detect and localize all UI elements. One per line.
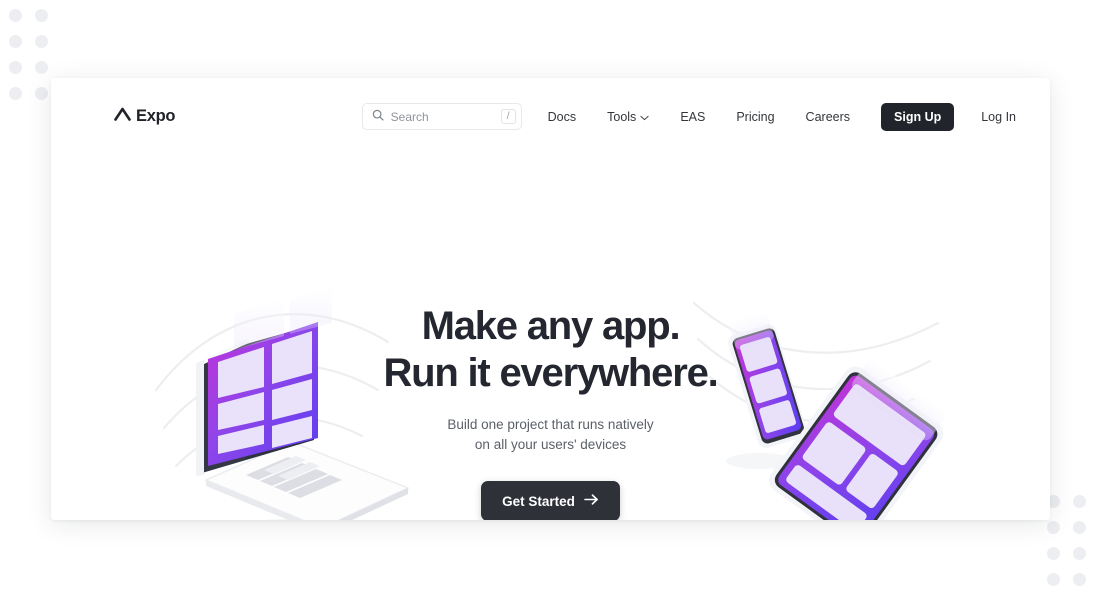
dot [1046,572,1060,586]
expo-caret-logo-icon [114,107,131,126]
dot [1072,546,1086,560]
dot [34,8,48,22]
page-root: Expo Search / Docs Tools EAS Pricing Car… [0,0,1100,600]
arrow-right-icon [584,493,599,509]
dot [1072,494,1086,508]
brand-name: Expo [136,107,176,125]
dot [34,34,48,48]
nav-link-label: Tools [607,109,637,124]
expo-logo[interactable]: Expo [114,107,175,126]
nav-link-eas[interactable]: EAS [680,104,705,130]
dot [8,86,22,100]
search-icon [372,108,384,126]
get-started-label: Get Started [502,493,575,509]
hero-content: Make any app. Run it everywhere. Build o… [51,303,1050,520]
nav-link-label: Careers [805,109,851,124]
hero-section: Make any app. Run it everywhere. Build o… [51,155,1050,520]
dot [34,60,48,74]
hero-card: Expo Search / Docs Tools EAS Pricing Car… [51,78,1050,520]
log-in-link[interactable]: Log In [981,104,1016,130]
nav-link-careers[interactable]: Careers [806,104,850,130]
headline-line-1: Make any app. [421,304,681,348]
nav-link-tools[interactable]: Tools [607,103,649,130]
dot [8,34,22,48]
chevron-down-icon [640,110,649,124]
dot [8,60,22,74]
headline-line-2: Run it everywhere. [383,351,718,395]
subtitle-line-1: Build one project that runs natively [447,417,654,432]
dot [1046,546,1060,560]
nav-link-label: EAS [680,109,706,124]
subtitle-line-2: on all your users' devices [474,437,627,452]
dot [34,86,48,100]
nav-link-docs[interactable]: Docs [548,104,576,130]
hero-subtitle: Build one project that runs natively on … [51,415,1050,455]
nav-link-label: Pricing [736,109,775,124]
get-started-button[interactable]: Get Started [481,481,620,520]
search-input[interactable]: Search / [361,103,522,130]
dot [8,8,22,22]
dot [1072,520,1086,534]
page-title: Make any app. Run it everywhere. [51,303,1050,397]
search-shortcut-badge: / [500,109,516,124]
log-in-label: Log In [981,109,1016,124]
cta-container: Get Started [51,481,1050,520]
navbar-right-group: Search / Docs Tools EAS Pricing Careers … [361,102,1016,131]
nav-link-label: Docs [547,109,577,124]
navbar: Expo Search / Docs Tools EAS Pricing Car… [51,78,1050,155]
decorative-dot-grid-top-left [2,2,54,106]
search-placeholder: Search [390,109,429,124]
dot [1046,520,1060,534]
dot [1072,572,1086,586]
nav-link-pricing[interactable]: Pricing [736,104,774,130]
sign-up-button[interactable]: Sign Up [881,102,955,131]
